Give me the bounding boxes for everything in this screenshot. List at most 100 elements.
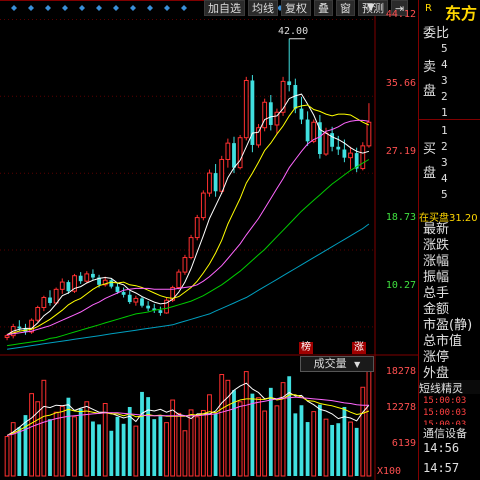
window-button[interactable]: 窗 — [336, 0, 355, 16]
volume-bar — [194, 416, 200, 477]
candle-body — [127, 294, 132, 303]
sell-level-2: 2 — [441, 90, 448, 103]
candle-body — [348, 152, 353, 159]
adjust-price-button[interactable]: 复权 — [281, 0, 311, 16]
volume-bar — [243, 371, 249, 477]
volume-bar — [29, 393, 35, 477]
volume-tick-1: 18278 — [385, 366, 416, 377]
candle-body — [299, 108, 304, 120]
candle-body — [262, 101, 268, 129]
dropdown-arrow-icon: ▼ — [354, 360, 361, 369]
volume-title: 成交量 — [313, 357, 347, 370]
overlay-button[interactable]: 叠 — [314, 0, 333, 16]
event-marker-icon — [45, 5, 51, 11]
candle-body — [158, 310, 163, 313]
volume-bar — [354, 427, 359, 476]
volume-bar — [115, 416, 120, 476]
candle-body — [305, 119, 310, 142]
candle-body — [268, 102, 273, 125]
order-ratio-label: 委比 — [423, 26, 450, 41]
volume-indicator-select[interactable]: 成交量 ▼ — [300, 356, 374, 372]
volume-bar — [323, 418, 329, 477]
short-line-title[interactable]: 短线精灵 — [419, 380, 480, 395]
candle-body — [287, 81, 292, 86]
event-marker-icon — [147, 5, 153, 11]
high-price-marker: 42.00 — [278, 26, 309, 37]
buy-label: 买 盘 — [423, 142, 437, 181]
volume-bar — [23, 415, 28, 476]
volume-bar — [360, 386, 366, 477]
candle-body — [109, 280, 114, 287]
volume-bar — [53, 411, 59, 477]
volume-bar — [311, 411, 317, 477]
volume-bar — [256, 397, 261, 477]
volume-bar — [237, 401, 243, 477]
event-marker-icon — [62, 5, 68, 11]
volume-bar — [91, 421, 95, 476]
volume-bar — [207, 394, 212, 477]
buy-level-1: 1 — [441, 124, 448, 137]
sell-level-3: 3 — [441, 74, 448, 87]
sell-level-1: 1 — [441, 106, 448, 119]
candle-body — [237, 137, 243, 169]
volume-bar — [268, 387, 273, 476]
candle-body — [48, 297, 52, 303]
candle-body — [140, 298, 144, 306]
add-watchlist-button[interactable]: 加自选 — [204, 0, 245, 16]
event-marker-icon — [96, 5, 102, 11]
candle-body — [366, 121, 372, 147]
moving-average-button[interactable]: 均线 — [248, 0, 278, 16]
volume-bar — [78, 408, 83, 476]
volume-bar — [219, 374, 225, 477]
candle-body — [243, 79, 249, 139]
volume-bar — [48, 419, 52, 476]
candle-body — [232, 143, 236, 168]
clock-2: 14:57 — [423, 461, 460, 475]
sl-time-2: 15:00:03 — [423, 408, 467, 418]
field-outer: 外盘 — [423, 366, 450, 381]
divider — [419, 119, 480, 120]
rise-badge[interactable]: 涨 — [352, 342, 366, 354]
candle-body — [213, 173, 218, 192]
buy-level-2: 2 — [441, 140, 448, 153]
candle-body — [35, 307, 41, 321]
candle-body — [342, 149, 347, 158]
sector-label[interactable]: 通信设备 — [423, 425, 480, 441]
volume-tick-2: 12278 — [385, 402, 416, 413]
candle-body — [330, 133, 335, 147]
candle-body — [225, 142, 231, 160]
event-marker-icon — [181, 5, 187, 11]
candle-body — [360, 145, 366, 170]
rank-badge[interactable]: 榜 — [299, 342, 313, 354]
volume-bar — [317, 404, 322, 476]
volume-bar — [97, 424, 101, 476]
volume-bar — [84, 401, 90, 477]
volume-bar — [293, 413, 298, 476]
candle-body — [121, 292, 126, 295]
volume-bar — [41, 379, 47, 477]
volume-bar — [330, 424, 335, 476]
candle-body — [66, 282, 71, 292]
candle-body — [78, 275, 83, 282]
volume-tick-3: 6139 — [391, 438, 416, 449]
volume-bar — [299, 405, 304, 476]
r-label: R — [425, 3, 432, 14]
candle-body — [133, 297, 139, 303]
sell-level-4: 4 — [441, 58, 448, 71]
event-marker-icon — [130, 5, 136, 11]
candle-body — [53, 288, 59, 304]
volume-bar — [274, 405, 280, 477]
candle-body — [4, 335, 10, 338]
volume-bar — [133, 425, 139, 477]
event-marker-icon — [79, 5, 85, 11]
candle-body — [176, 271, 182, 289]
price-tick-1: 44.12 — [385, 9, 416, 20]
volume-bar — [366, 369, 372, 477]
quote-panel: R 东方 委比 5 4 3 2 1 卖 盘 1 2 3 4 5 买 盘 在买盘3… — [418, 0, 480, 480]
volume-bar — [336, 423, 341, 476]
volume-bar — [225, 379, 231, 477]
volume-bar — [152, 419, 157, 476]
candle-body — [91, 273, 95, 278]
volume-bar — [102, 403, 108, 477]
candle-body — [323, 132, 329, 155]
